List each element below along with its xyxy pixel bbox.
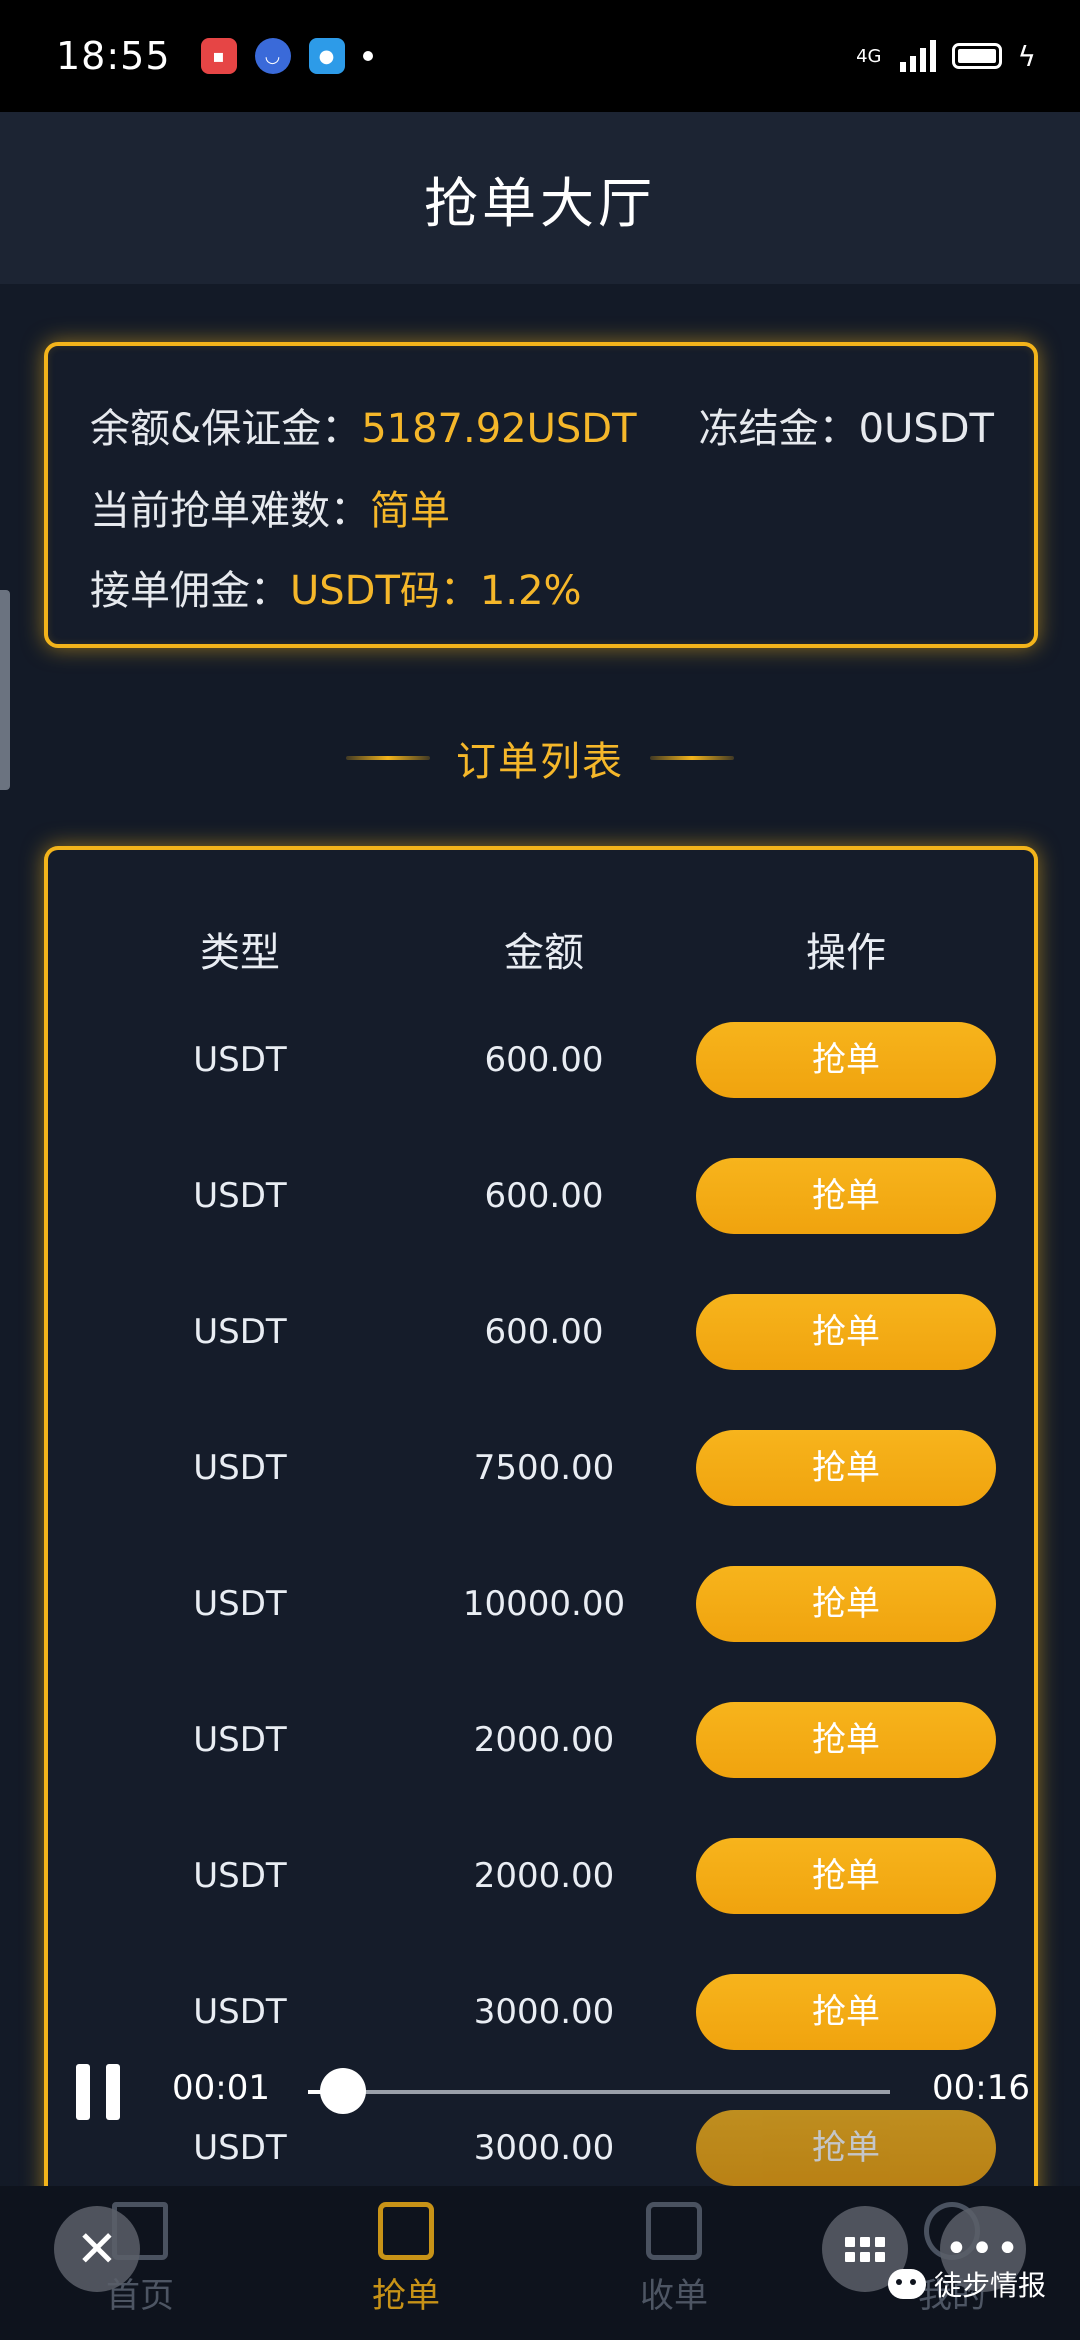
- app-notification-icon: ▪: [200, 38, 237, 74]
- page-title: 抢单大厅: [424, 171, 656, 235]
- progress-knob[interactable]: [319, 2068, 366, 2114]
- nav-item-grab[interactable]: 抢单: [316, 2202, 496, 2332]
- close-icon: ✕: [76, 2220, 118, 2278]
- order-amount: 3000.00: [473, 1992, 615, 2032]
- grab-order-button[interactable]: 抢单: [696, 1702, 996, 1778]
- pause-icon[interactable]: [72, 2064, 124, 2120]
- account-info-card: 余额&保证金：5187.92USDT 冻结金：0USDT 当前抢单难数：简单 接…: [44, 342, 1038, 648]
- watermark: 徒步情报: [888, 2264, 1046, 2304]
- table-row: USDT 2000.00 抢单: [48, 1702, 1034, 1778]
- table-row: USDT 600.00 抢单: [48, 1158, 1034, 1234]
- grab-order-button[interactable]: 抢单: [696, 1158, 996, 1234]
- difficulty-row: 当前抢单难数：简单: [90, 478, 450, 536]
- watermark-text: 徒步情报: [934, 2269, 1047, 2302]
- order-list-heading: 订单列表: [0, 728, 1080, 788]
- network-type: 4G: [856, 45, 882, 67]
- balance-row: 余额&保证金：5187.92USDT: [90, 396, 637, 454]
- order-type: USDT: [193, 1312, 287, 1352]
- section-title: 订单列表: [456, 739, 624, 785]
- frozen-row: 冻结金：0USDT: [699, 396, 994, 454]
- order-type: USDT: [193, 1856, 287, 1896]
- order-table: 类型 金额 操作 USDT 600.00 抢单 USDT 600.00 抢单 U…: [44, 846, 1038, 2246]
- page-header: 抢单大厅: [0, 112, 1080, 284]
- status-indicators: 4G ϟ: [856, 40, 1036, 73]
- column-header-amount: 金额: [504, 930, 584, 976]
- bottom-nav: 首页 抢单 收单 我的: [0, 2186, 1080, 2340]
- order-type: USDT: [193, 1448, 287, 1488]
- table-row: USDT 600.00 抢单: [48, 1294, 1034, 1370]
- difficulty-value: 简单: [370, 488, 450, 534]
- status-bar: 18:55 ▪ ◡ ● 4G ϟ: [0, 0, 1080, 112]
- grab-order-button[interactable]: 抢单: [696, 1974, 996, 2050]
- table-row: USDT 3000.00 抢单: [48, 1974, 1034, 2050]
- order-type: USDT: [193, 1040, 287, 1080]
- nav-item-receive[interactable]: 收单: [584, 2202, 764, 2332]
- table-row: USDT 600.00 抢单: [48, 1022, 1034, 1098]
- column-header-action: 操作: [806, 930, 886, 976]
- app-notification-icon: ◡: [254, 38, 291, 74]
- total-time: 00:16: [932, 2068, 1030, 2108]
- order-type: USDT: [193, 1720, 287, 1760]
- order-amount: 7500.00: [473, 1448, 615, 1488]
- balance-label: 余额&保证金：: [90, 406, 362, 452]
- grab-order-icon: [378, 2202, 434, 2260]
- grab-order-button[interactable]: 抢单: [696, 1022, 996, 1098]
- order-amount: 600.00: [484, 1176, 604, 1216]
- nav-label: 收单: [640, 2276, 708, 2316]
- grab-order-button[interactable]: 抢单: [696, 1566, 996, 1642]
- frozen-value: 0USDT: [858, 406, 994, 452]
- order-amount: 10000.00: [462, 1584, 626, 1624]
- balance-value: 5187.92USDT: [361, 406, 637, 452]
- grab-order-button[interactable]: 抢单: [696, 1294, 996, 1370]
- order-amount: 2000.00: [473, 1720, 615, 1760]
- table-row: USDT 7500.00 抢单: [48, 1430, 1034, 1506]
- receive-order-icon: [646, 2202, 702, 2260]
- commission-row: 接单佣金：USDT码：1.2%: [90, 558, 582, 616]
- video-controls: 00:01 00:16: [0, 2050, 1080, 2130]
- divider: [650, 756, 734, 760]
- notification-icons: ▪ ◡ ●: [200, 38, 373, 74]
- difficulty-label: 当前抢单难数：: [90, 488, 370, 534]
- grid-icon: [845, 2236, 885, 2262]
- order-type: USDT: [193, 1584, 287, 1624]
- table-row: USDT 2000.00 抢单: [48, 1838, 1034, 1914]
- order-type: USDT: [193, 1992, 287, 2032]
- wechat-icon: [888, 2269, 926, 2299]
- order-amount: 600.00: [484, 1312, 604, 1352]
- commission-value: USDT码：1.2%: [290, 568, 582, 614]
- nav-label: 抢单: [372, 2276, 440, 2316]
- commission-label: 接单佣金：: [90, 568, 290, 614]
- signal-icon: [899, 40, 936, 72]
- more-notifications-icon: [362, 51, 373, 61]
- progress-track[interactable]: [308, 2068, 890, 2114]
- order-amount: 2000.00: [473, 1856, 615, 1896]
- frozen-label: 冻结金：: [698, 406, 859, 452]
- charging-icon: ϟ: [1017, 39, 1036, 73]
- close-button[interactable]: ✕: [54, 2206, 140, 2292]
- order-type: USDT: [193, 1176, 287, 1216]
- grab-order-button[interactable]: 抢单: [696, 1838, 996, 1914]
- status-time: 18:55: [56, 34, 171, 78]
- current-time: 00:01: [172, 2068, 270, 2108]
- column-header-type: 类型: [200, 930, 280, 976]
- battery-icon: [951, 43, 1002, 69]
- table-row: USDT 10000.00 抢单: [48, 1566, 1034, 1642]
- grab-order-button[interactable]: 抢单: [696, 1430, 996, 1506]
- app-notification-icon: ●: [308, 38, 345, 74]
- divider: [346, 756, 430, 760]
- order-amount: 600.00: [484, 1040, 604, 1080]
